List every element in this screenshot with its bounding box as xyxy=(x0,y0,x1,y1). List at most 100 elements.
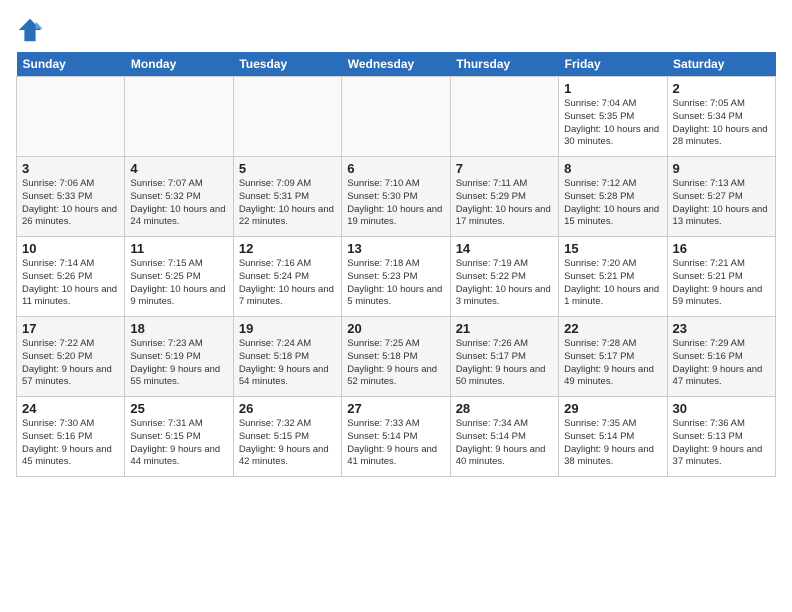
calendar-cell: 29 Sunrise: 7:35 AM Sunset: 5:14 PM Dayli… xyxy=(559,397,667,477)
calendar-cell: 28 Sunrise: 7:34 AM Sunset: 5:14 PM Dayli… xyxy=(450,397,558,477)
calendar-cell: 17 Sunrise: 7:22 AM Sunset: 5:20 PM Dayli… xyxy=(17,317,125,397)
calendar-cell: 6Sunrise: 7:10 AM Sunset: 5:30 PM Daylig… xyxy=(342,157,450,237)
calendar-cell: 25 Sunrise: 7:31 AM Sunset: 5:15 PM Dayli… xyxy=(125,397,233,477)
calendar-header: SundayMondayTuesdayWednesdayThursdayFrid… xyxy=(17,52,776,77)
calendar-cell: 2 Sunrise: 7:05 AM Sunset: 5:34 PM Daylig… xyxy=(667,77,775,157)
day-number: 23 xyxy=(673,321,770,336)
week-row-4: 24Sunrise: 7:30 AM Sunset: 5:16 PM Dayli… xyxy=(17,397,776,477)
calendar-cell: 13 Sunrise: 7:18 AM Sunset: 5:23 PM Dayli… xyxy=(342,237,450,317)
weekday-header-tuesday: Tuesday xyxy=(233,52,341,77)
day-info: Sunrise: 7:20 AM Sunset: 5:21 PM Dayligh… xyxy=(564,258,661,309)
calendar-cell: 14 Sunrise: 7:19 AM Sunset: 5:22 PM Dayli… xyxy=(450,237,558,317)
page-header xyxy=(16,16,776,44)
day-info: Sunrise: 7:06 AM Sunset: 5:33 PM Dayligh… xyxy=(22,178,119,229)
week-row-1: 3Sunrise: 7:06 AM Sunset: 5:33 PM Daylig… xyxy=(17,157,776,237)
day-info: Sunrise: 7:32 AM Sunset: 5:15 PM Dayligh… xyxy=(239,418,336,469)
day-number: 11 xyxy=(130,241,227,256)
day-info: Sunrise: 7:23 AM Sunset: 5:19 PM Dayligh… xyxy=(130,338,227,389)
day-number: 21 xyxy=(456,321,553,336)
weekday-row: SundayMondayTuesdayWednesdayThursdayFrid… xyxy=(17,52,776,77)
day-info: Sunrise: 7:14 AM Sunset: 5:26 PM Dayligh… xyxy=(22,258,119,309)
day-info: Sunrise: 7:29 AM Sunset: 5:16 PM Dayligh… xyxy=(673,338,770,389)
calendar-cell: 10 Sunrise: 7:14 AM Sunset: 5:26 PM Dayli… xyxy=(17,237,125,317)
day-number: 28 xyxy=(456,401,553,416)
day-number: 25 xyxy=(130,401,227,416)
day-number: 24 xyxy=(22,401,119,416)
calendar-cell xyxy=(17,77,125,157)
weekday-header-monday: Monday xyxy=(125,52,233,77)
day-number: 5 xyxy=(239,161,336,176)
day-number: 22 xyxy=(564,321,661,336)
day-info: Sunrise: 7:11 AM Sunset: 5:29 PM Dayligh… xyxy=(456,178,553,229)
day-info: Sunrise: 7:26 AM Sunset: 5:17 PM Dayligh… xyxy=(456,338,553,389)
calendar-cell: 3Sunrise: 7:06 AM Sunset: 5:33 PM Daylig… xyxy=(17,157,125,237)
week-row-0: 1Sunrise: 7:04 AM Sunset: 5:35 PM Daylig… xyxy=(17,77,776,157)
calendar-cell: 20 Sunrise: 7:25 AM Sunset: 5:18 PM Dayli… xyxy=(342,317,450,397)
day-info: Sunrise: 7:36 AM Sunset: 5:13 PM Dayligh… xyxy=(673,418,770,469)
calendar-cell: 27 Sunrise: 7:33 AM Sunset: 5:14 PM Dayli… xyxy=(342,397,450,477)
day-number: 17 xyxy=(22,321,119,336)
weekday-header-thursday: Thursday xyxy=(450,52,558,77)
week-row-2: 10 Sunrise: 7:14 AM Sunset: 5:26 PM Dayli… xyxy=(17,237,776,317)
day-number: 15 xyxy=(564,241,661,256)
logo-icon xyxy=(16,16,44,44)
calendar-cell: 23 Sunrise: 7:29 AM Sunset: 5:16 PM Dayli… xyxy=(667,317,775,397)
day-number: 8 xyxy=(564,161,661,176)
day-number: 19 xyxy=(239,321,336,336)
calendar-cell: 15 Sunrise: 7:20 AM Sunset: 5:21 PM Dayli… xyxy=(559,237,667,317)
calendar-table: SundayMondayTuesdayWednesdayThursdayFrid… xyxy=(16,52,776,477)
weekday-header-friday: Friday xyxy=(559,52,667,77)
calendar-cell: 5 Sunrise: 7:09 AM Sunset: 5:31 PM Daylig… xyxy=(233,157,341,237)
day-info: Sunrise: 7:19 AM Sunset: 5:22 PM Dayligh… xyxy=(456,258,553,309)
day-info: Sunrise: 7:18 AM Sunset: 5:23 PM Dayligh… xyxy=(347,258,444,309)
day-number: 4 xyxy=(130,161,227,176)
day-info: Sunrise: 7:16 AM Sunset: 5:24 PM Dayligh… xyxy=(239,258,336,309)
calendar-cell xyxy=(125,77,233,157)
calendar-cell: 4 Sunrise: 7:07 AM Sunset: 5:32 PM Daylig… xyxy=(125,157,233,237)
day-info: Sunrise: 7:09 AM Sunset: 5:31 PM Dayligh… xyxy=(239,178,336,229)
day-number: 9 xyxy=(673,161,770,176)
day-info: Sunrise: 7:35 AM Sunset: 5:14 PM Dayligh… xyxy=(564,418,661,469)
day-number: 7 xyxy=(456,161,553,176)
day-number: 1 xyxy=(564,81,661,96)
calendar-cell: 19 Sunrise: 7:24 AM Sunset: 5:18 PM Dayli… xyxy=(233,317,341,397)
calendar-cell xyxy=(233,77,341,157)
day-number: 14 xyxy=(456,241,553,256)
day-info: Sunrise: 7:25 AM Sunset: 5:18 PM Dayligh… xyxy=(347,338,444,389)
day-info: Sunrise: 7:24 AM Sunset: 5:18 PM Dayligh… xyxy=(239,338,336,389)
day-number: 26 xyxy=(239,401,336,416)
logo xyxy=(16,16,48,44)
week-row-3: 17 Sunrise: 7:22 AM Sunset: 5:20 PM Dayli… xyxy=(17,317,776,397)
day-number: 10 xyxy=(22,241,119,256)
weekday-header-saturday: Saturday xyxy=(667,52,775,77)
calendar-cell: 11Sunrise: 7:15 AM Sunset: 5:25 PM Dayli… xyxy=(125,237,233,317)
day-info: Sunrise: 7:33 AM Sunset: 5:14 PM Dayligh… xyxy=(347,418,444,469)
calendar-cell: 18 Sunrise: 7:23 AM Sunset: 5:19 PM Dayli… xyxy=(125,317,233,397)
day-number: 18 xyxy=(130,321,227,336)
calendar-cell: 8Sunrise: 7:12 AM Sunset: 5:28 PM Daylig… xyxy=(559,157,667,237)
day-number: 27 xyxy=(347,401,444,416)
day-number: 20 xyxy=(347,321,444,336)
calendar-cell xyxy=(342,77,450,157)
day-number: 2 xyxy=(673,81,770,96)
calendar-cell: 21 Sunrise: 7:26 AM Sunset: 5:17 PM Dayli… xyxy=(450,317,558,397)
calendar-body: 1Sunrise: 7:04 AM Sunset: 5:35 PM Daylig… xyxy=(17,77,776,477)
day-number: 13 xyxy=(347,241,444,256)
day-number: 29 xyxy=(564,401,661,416)
day-number: 16 xyxy=(673,241,770,256)
day-info: Sunrise: 7:13 AM Sunset: 5:27 PM Dayligh… xyxy=(673,178,770,229)
weekday-header-wednesday: Wednesday xyxy=(342,52,450,77)
calendar-cell: 7 Sunrise: 7:11 AM Sunset: 5:29 PM Daylig… xyxy=(450,157,558,237)
day-info: Sunrise: 7:05 AM Sunset: 5:34 PM Dayligh… xyxy=(673,98,770,149)
calendar-cell: 26 Sunrise: 7:32 AM Sunset: 5:15 PM Dayli… xyxy=(233,397,341,477)
day-info: Sunrise: 7:07 AM Sunset: 5:32 PM Dayligh… xyxy=(130,178,227,229)
calendar-cell: 22 Sunrise: 7:28 AM Sunset: 5:17 PM Dayli… xyxy=(559,317,667,397)
day-info: Sunrise: 7:31 AM Sunset: 5:15 PM Dayligh… xyxy=(130,418,227,469)
day-number: 30 xyxy=(673,401,770,416)
day-info: Sunrise: 7:22 AM Sunset: 5:20 PM Dayligh… xyxy=(22,338,119,389)
day-info: Sunrise: 7:34 AM Sunset: 5:14 PM Dayligh… xyxy=(456,418,553,469)
day-info: Sunrise: 7:28 AM Sunset: 5:17 PM Dayligh… xyxy=(564,338,661,389)
day-info: Sunrise: 7:10 AM Sunset: 5:30 PM Dayligh… xyxy=(347,178,444,229)
calendar-cell: 30 Sunrise: 7:36 AM Sunset: 5:13 PM Dayli… xyxy=(667,397,775,477)
calendar-cell: 12Sunrise: 7:16 AM Sunset: 5:24 PM Dayli… xyxy=(233,237,341,317)
